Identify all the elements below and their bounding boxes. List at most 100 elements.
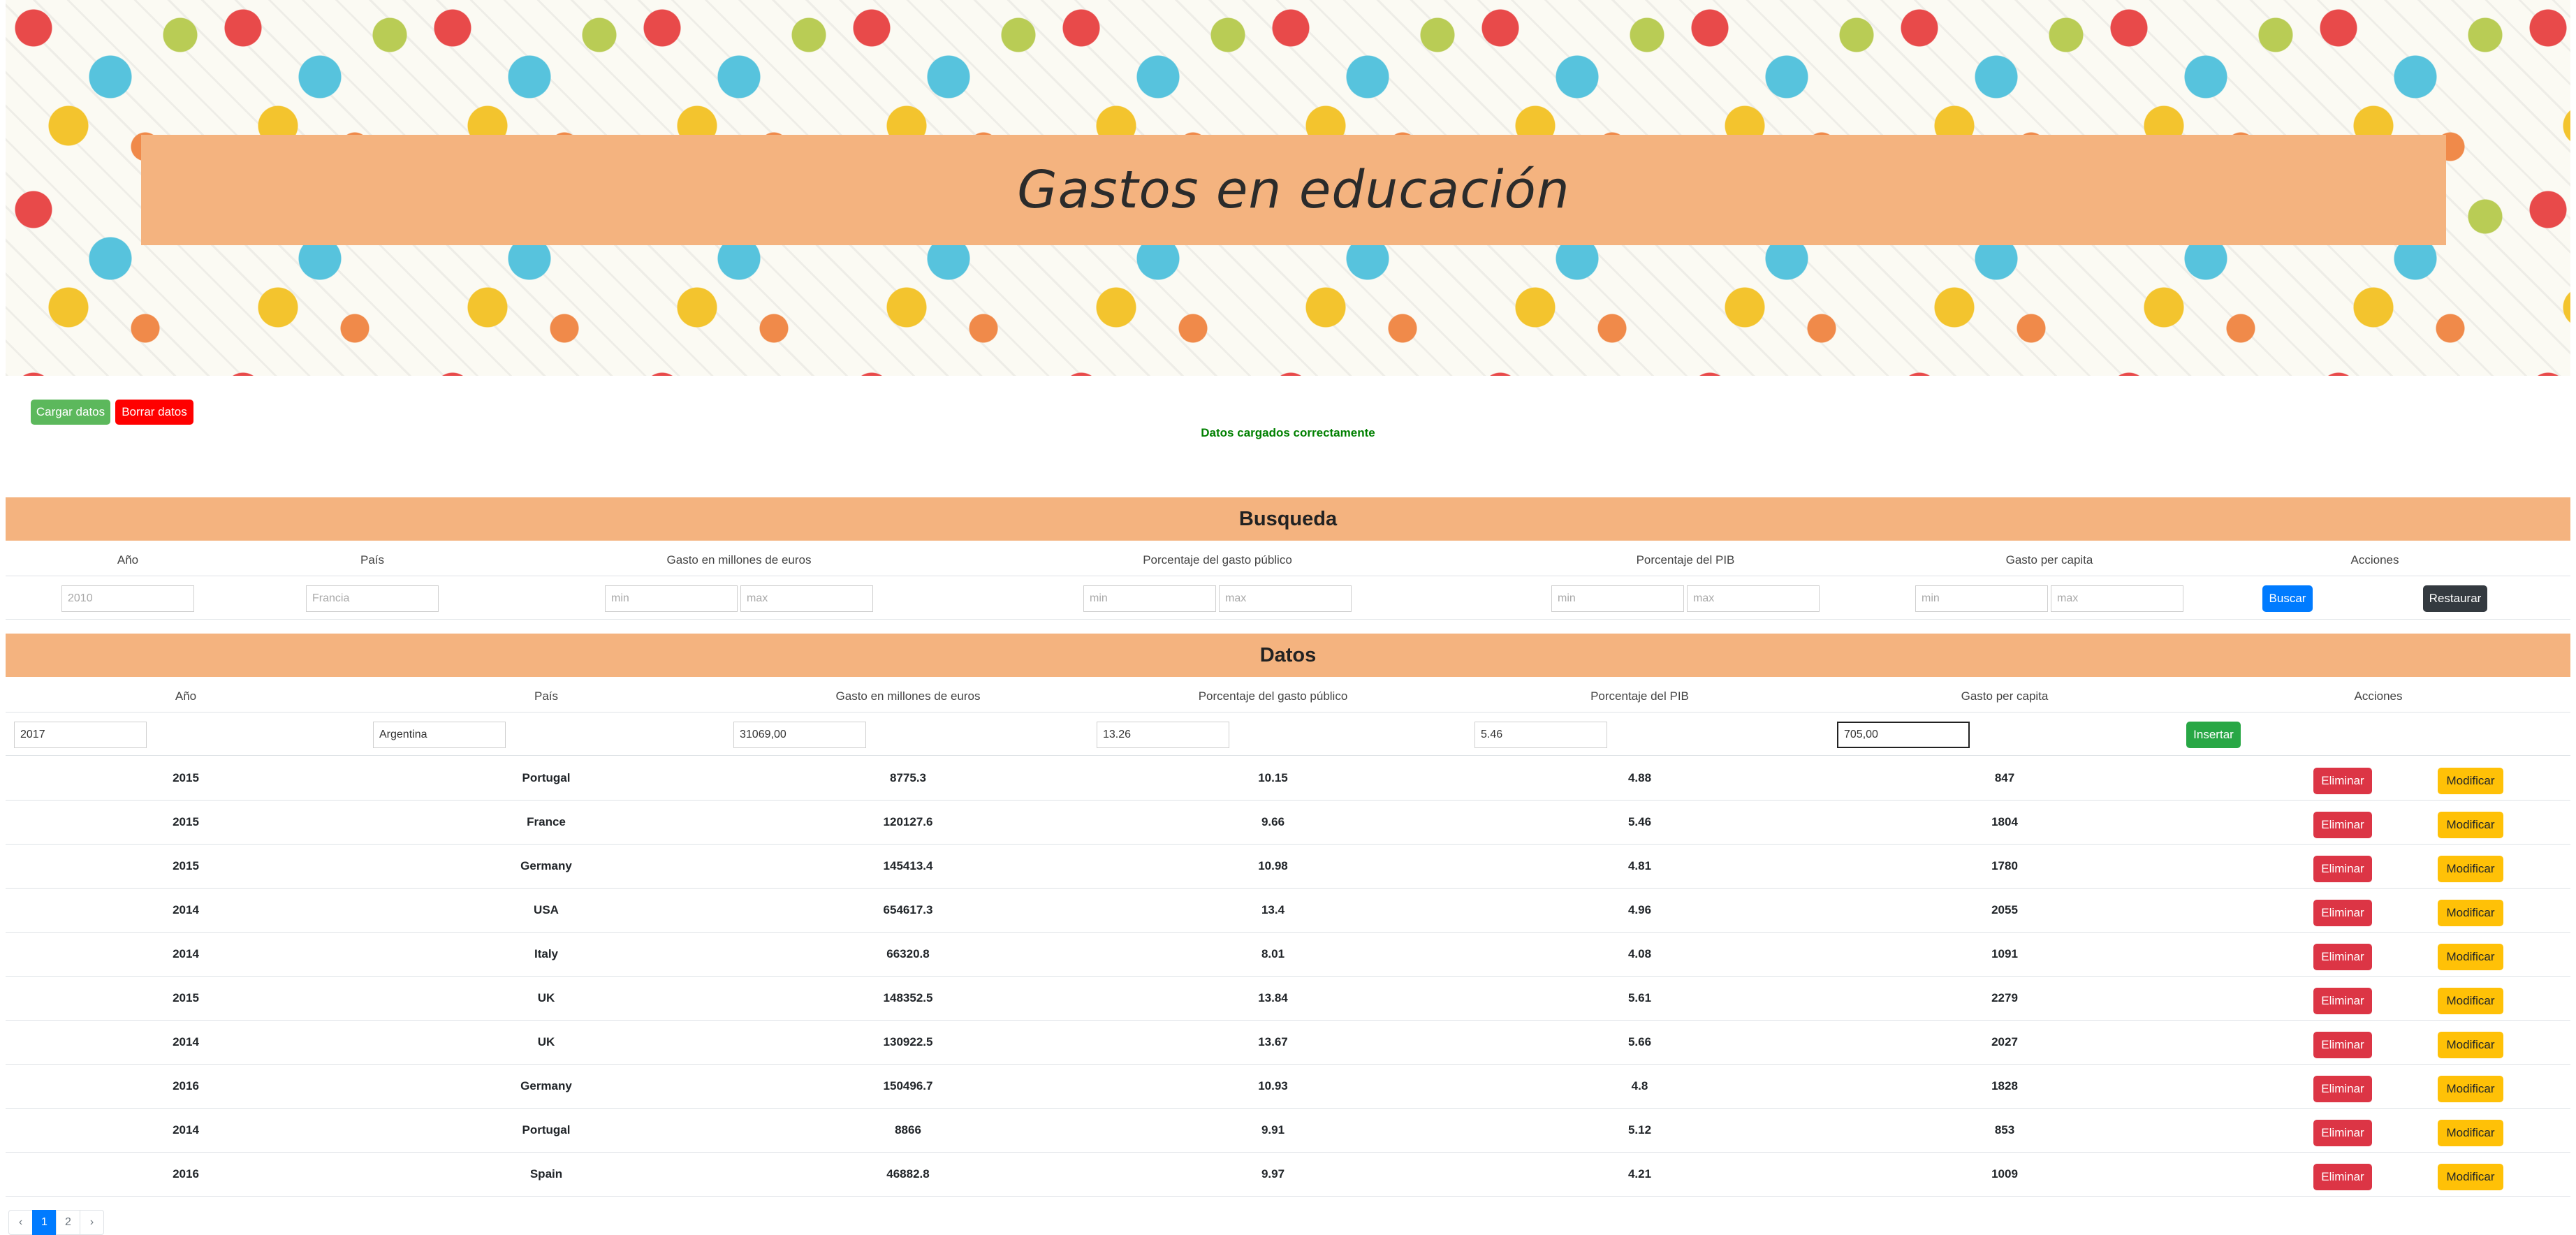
cell-year: 2014: [173, 1035, 199, 1048]
table-row: 2015 France 120127.6 9.66 5.46 1804 Eliminar Mo…: [6, 800, 2570, 845]
cell-per-capita: 1780: [1991, 859, 2018, 872]
reset-button[interactable]: Restaurar: [2423, 585, 2487, 612]
search-public-pct-min-input[interactable]: [1083, 585, 1216, 612]
pagination-page-2[interactable]: 2: [56, 1210, 80, 1235]
cell-country: France: [527, 815, 566, 828]
cell-country: UK: [537, 991, 555, 1004]
search-col-country: País: [360, 553, 385, 567]
table-row: 2014 USA 654617.3 13.4 4.96 2055 Eliminar Modif…: [6, 888, 2570, 933]
cell-public-pct: 13.67: [1258, 1035, 1288, 1048]
table-row: 2016 Spain 46882.8 9.97 4.21 1009 Eliminar Modi…: [6, 1152, 2570, 1197]
cell-public-pct: 10.98: [1258, 859, 1288, 872]
row-actions: Eliminar Modificar: [2186, 756, 2570, 800]
modify-button[interactable]: Modificar: [2438, 1164, 2503, 1190]
search-gdp-pct-min-input[interactable]: [1551, 585, 1684, 612]
row-actions: Eliminar Modificar: [2186, 888, 2570, 932]
insert-year-input[interactable]: [14, 722, 147, 748]
row-actions: Eliminar Modificar: [2186, 800, 2570, 844]
search-spending-max-input[interactable]: [740, 585, 873, 612]
cell-spending: 145413.4: [883, 859, 933, 872]
insert-spending-input[interactable]: [733, 722, 866, 748]
delete-button[interactable]: Eliminar: [2313, 1120, 2372, 1146]
cell-public-pct: 9.66: [1261, 815, 1285, 828]
cell-gdp-pct: 4.96: [1627, 903, 1652, 916]
search-col-spending: Gasto en millones de euros: [666, 553, 812, 567]
cell-gdp-pct: 4.8: [1631, 1079, 1648, 1092]
load-data-button[interactable]: Cargar datos: [31, 400, 110, 425]
cell-public-pct: 10.93: [1258, 1079, 1288, 1092]
pagination-prev[interactable]: ‹: [8, 1210, 33, 1235]
delete-button[interactable]: Eliminar: [2313, 1164, 2372, 1190]
row-actions: Eliminar Modificar: [2186, 1020, 2570, 1064]
cell-country: Germany: [520, 859, 572, 872]
cell-per-capita: 1828: [1991, 1079, 2018, 1092]
insert-public-pct-input[interactable]: [1097, 722, 1229, 748]
status-message: Datos cargados correctamente: [1201, 426, 1375, 439]
data-header-row: Año País Gasto en millones de euros Porc…: [6, 681, 2570, 712]
modify-button[interactable]: Modificar: [2438, 1120, 2503, 1146]
data-col-per-capita: Gasto per capita: [1961, 689, 2049, 703]
delete-button[interactable]: Eliminar: [2313, 856, 2372, 882]
table-row: 2016 Germany 150496.7 10.93 4.8 1828 Eliminar M…: [6, 1064, 2570, 1109]
cell-per-capita: 1009: [1991, 1167, 2018, 1181]
data-col-year: Año: [175, 689, 197, 703]
cell-country: USA: [534, 903, 559, 916]
delete-button[interactable]: Eliminar: [2313, 768, 2372, 794]
search-col-public-pct: Porcentaje del gasto público: [1143, 553, 1292, 567]
modify-button[interactable]: Modificar: [2438, 1032, 2503, 1058]
cell-spending: 46882.8: [886, 1167, 930, 1181]
delete-button[interactable]: Eliminar: [2313, 900, 2372, 926]
cell-year: 2014: [173, 947, 199, 960]
insert-country-input[interactable]: [373, 722, 506, 748]
modify-button[interactable]: Modificar: [2438, 900, 2503, 926]
pagination-page-1[interactable]: 1: [32, 1210, 57, 1235]
row-actions: Eliminar Modificar: [2186, 844, 2570, 888]
clear-data-button[interactable]: Borrar datos: [115, 400, 193, 425]
delete-button[interactable]: Eliminar: [2313, 812, 2372, 838]
search-section-header: Busqueda: [6, 497, 2570, 541]
data-section-header: Datos: [6, 634, 2570, 677]
modify-button[interactable]: Modificar: [2438, 812, 2503, 838]
delete-button[interactable]: Eliminar: [2313, 988, 2372, 1014]
cell-year: 2014: [173, 903, 199, 916]
delete-button[interactable]: Eliminar: [2313, 944, 2372, 970]
cell-gdp-pct: 4.88: [1627, 771, 1652, 784]
search-gdp-pct-max-input[interactable]: [1687, 585, 1820, 612]
modify-button[interactable]: Modificar: [2438, 944, 2503, 970]
row-actions: Eliminar Modificar: [2186, 1108, 2570, 1152]
delete-button[interactable]: Eliminar: [2313, 1076, 2372, 1102]
cell-gdp-pct: 4.08: [1627, 947, 1652, 960]
modify-button[interactable]: Modificar: [2438, 988, 2503, 1014]
search-year-input[interactable]: [61, 585, 194, 612]
search-col-year: Año: [117, 553, 139, 567]
insert-button[interactable]: Insertar: [2186, 722, 2241, 748]
data-col-actions: Acciones: [2354, 689, 2403, 703]
search-country-input[interactable]: [306, 585, 439, 612]
delete-button[interactable]: Eliminar: [2313, 1032, 2372, 1058]
cell-gdp-pct: 5.12: [1627, 1123, 1652, 1137]
cell-per-capita: 1804: [1991, 815, 2018, 828]
cell-gdp-pct: 4.81: [1627, 859, 1652, 872]
row-actions: Eliminar Modificar: [2186, 976, 2570, 1020]
cell-year: 2014: [173, 1123, 199, 1137]
insert-per-capita-input[interactable]: [1837, 722, 1970, 748]
modify-button[interactable]: Modificar: [2438, 768, 2503, 794]
search-col-gdp-pct: Porcentaje del PIB: [1636, 553, 1735, 567]
cell-spending: 66320.8: [886, 947, 930, 960]
cell-per-capita: 1091: [1991, 947, 2018, 960]
search-per-capita-max-input[interactable]: [2051, 585, 2183, 612]
cell-country: Portugal: [522, 771, 571, 784]
search-spending-min-input[interactable]: [605, 585, 738, 612]
insert-gdp-pct-input[interactable]: [1474, 722, 1607, 748]
pagination: ‹ 1 2 ›: [8, 1210, 104, 1235]
search-public-pct-max-input[interactable]: [1219, 585, 1352, 612]
pagination-next[interactable]: ›: [80, 1210, 104, 1235]
modify-button[interactable]: Modificar: [2438, 1076, 2503, 1102]
cell-per-capita: 853: [1994, 1123, 2015, 1137]
cell-per-capita: 2055: [1991, 903, 2018, 916]
cell-public-pct: 9.97: [1261, 1167, 1285, 1181]
modify-button[interactable]: Modificar: [2438, 856, 2503, 882]
search-input-row: Buscar Restaurar: [6, 578, 2570, 620]
search-button[interactable]: Buscar: [2262, 585, 2313, 612]
search-per-capita-min-input[interactable]: [1915, 585, 2048, 612]
